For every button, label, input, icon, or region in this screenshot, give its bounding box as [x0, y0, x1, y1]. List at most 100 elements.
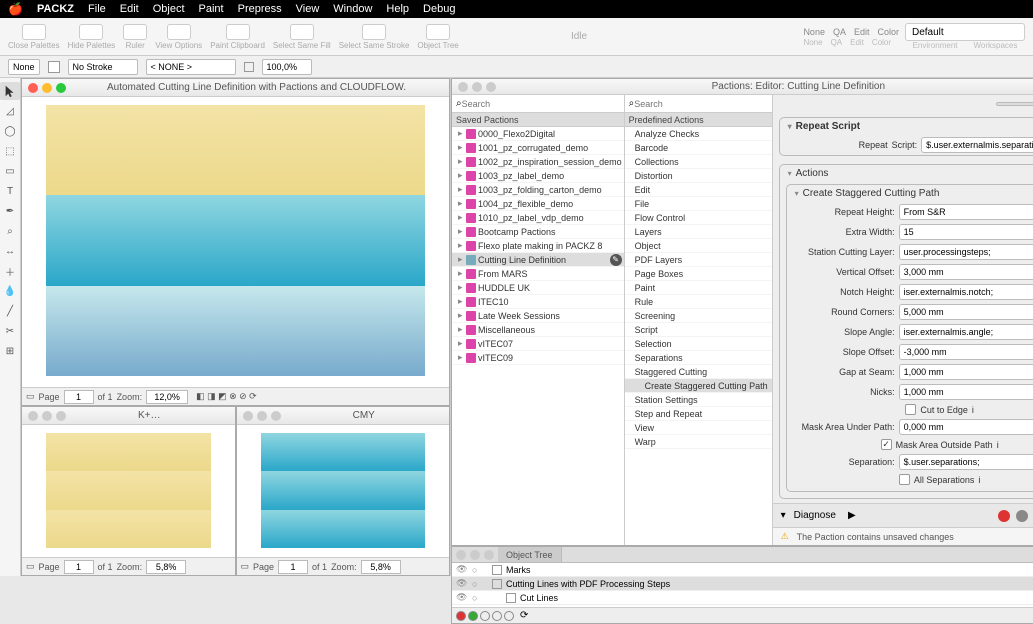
visibility-icon[interactable]: 👁 — [456, 564, 468, 575]
predef-action-item[interactable]: Flow Control — [625, 211, 772, 225]
brush-icon[interactable]: ╱ — [0, 302, 20, 320]
r-qa[interactable]: QA — [833, 27, 846, 37]
canvas-cmy[interactable] — [237, 425, 450, 557]
ot-btn-5[interactable] — [504, 611, 514, 621]
predef-search-input[interactable] — [634, 99, 767, 109]
predef-action-item[interactable]: Layers — [625, 225, 772, 239]
tb-select-same-stroke[interactable]: Select Same Stroke — [339, 24, 410, 50]
object-tree-row[interactable]: 👁○Marks⬤ — [452, 563, 1033, 577]
sep-swatch-icon[interactable] — [244, 62, 254, 72]
predef-action-item[interactable]: Distortion — [625, 169, 772, 183]
saved-paction-item[interactable]: ▸1004_pz_flexible_demo — [452, 197, 624, 211]
saved-paction-item[interactable]: ▸Flexo plate making in PACKZ 8 — [452, 239, 624, 253]
prop-field[interactable]: 15▾ — [899, 224, 1033, 240]
add-icon[interactable]: ＋ — [0, 262, 20, 280]
menu-edit[interactable]: Edit — [120, 3, 139, 15]
predef-action-item[interactable]: Script — [625, 323, 772, 337]
saved-paction-item[interactable]: ▸vITEC07 — [452, 337, 624, 351]
predef-action-item[interactable]: Object — [625, 239, 772, 253]
select-tool-icon[interactable] — [0, 82, 20, 100]
canvas-k[interactable] — [22, 425, 235, 557]
none-select[interactable]: < NONE > — [146, 59, 236, 75]
separation-field[interactable]: $.user.separations; — [899, 454, 1033, 470]
play-button[interactable]: ▶ — [844, 508, 860, 524]
predef-action-item[interactable]: Station Settings — [625, 393, 772, 407]
menu-view[interactable]: View — [296, 3, 320, 15]
zoom-input[interactable] — [146, 390, 188, 404]
ot-btn-3[interactable] — [480, 611, 490, 621]
tb-hide-palettes[interactable]: Hide Palettes — [68, 24, 116, 50]
menu-paint[interactable]: Paint — [199, 3, 224, 15]
saved-paction-item[interactable]: ▸Miscellaneous — [452, 323, 624, 337]
ot-btn-4[interactable] — [492, 611, 502, 621]
prop-field[interactable]: 1,000 mm — [899, 364, 1033, 380]
tb-ruler[interactable]: Ruler — [123, 24, 147, 50]
predef-action-item[interactable]: Paint — [625, 281, 772, 295]
predef-action-item[interactable]: View — [625, 421, 772, 435]
stroke-select[interactable]: No Stroke — [68, 59, 138, 75]
ot-btn-1[interactable] — [456, 611, 466, 621]
swap-icon[interactable]: ⊞ — [0, 342, 20, 360]
r-color[interactable]: Color — [877, 27, 899, 37]
tb-select-same-fill[interactable]: Select Same Fill — [273, 24, 331, 50]
measure-icon[interactable]: ↔ — [0, 242, 20, 260]
predef-action-item[interactable]: Screening — [625, 309, 772, 323]
zoom-window-icon[interactable] — [56, 83, 66, 93]
saved-paction-item[interactable]: ▸1003_pz_folding_carton_demo — [452, 183, 624, 197]
saved-paction-item[interactable]: ▸ITEC10 — [452, 295, 624, 309]
menu-prepress[interactable]: Prepress — [238, 3, 282, 15]
predef-action-item[interactable]: Edit — [625, 183, 772, 197]
predef-action-item[interactable]: Step and Repeat — [625, 407, 772, 421]
repeat-script-head[interactable]: Repeat Script — [780, 118, 1033, 135]
script-field[interactable]: $.user.externalmis.separations; — [921, 137, 1033, 153]
pct-input[interactable]: 100,0% — [262, 59, 312, 75]
saved-paction-item[interactable]: ▸Bootcamp Pactions — [452, 225, 624, 239]
menu-debug[interactable]: Debug — [423, 3, 455, 15]
saved-paction-item[interactable]: ▸1003_pz_label_demo — [452, 169, 624, 183]
predef-action-item[interactable]: Analyze Checks — [625, 127, 772, 141]
canvas[interactable] — [22, 97, 449, 387]
mask-under-field[interactable]: 0,000 mm — [899, 419, 1033, 435]
menu-object[interactable]: Object — [153, 3, 185, 15]
saved-paction-item[interactable]: ▸Late Week Sessions — [452, 309, 624, 323]
object-tree-tab[interactable]: Object Tree — [498, 547, 562, 562]
predef-action-item[interactable]: Staggered Cutting — [625, 365, 772, 379]
page-input-k[interactable] — [64, 560, 94, 574]
fill-select[interactable]: None — [8, 59, 40, 75]
prop-field[interactable]: 1,000 mm — [899, 384, 1033, 400]
prop-field[interactable]: From S&R▾ — [899, 204, 1033, 220]
prop-field[interactable]: iser.externalmis.angle; — [899, 324, 1033, 340]
all-seps-check[interactable] — [899, 474, 910, 485]
predef-action-item[interactable]: Page Boxes — [625, 267, 772, 281]
saved-paction-item[interactable]: ▸1002_pz_inspiration_session_demo — [452, 155, 624, 169]
zoom-input-k[interactable] — [146, 560, 186, 574]
saved-paction-item[interactable]: ▸Cutting Line Definition✎ — [452, 253, 624, 267]
predef-action-item[interactable]: Selection — [625, 337, 772, 351]
predef-action-item[interactable]: PDF Layers — [625, 253, 772, 267]
lasso-icon[interactable]: ◯ — [0, 122, 20, 140]
prop-field[interactable]: iser.externalmis.notch; — [899, 284, 1033, 300]
type-icon[interactable]: T — [0, 182, 20, 200]
swatch-icon[interactable] — [48, 61, 60, 73]
saved-paction-item[interactable]: ▸From MARS — [452, 267, 624, 281]
r-edit[interactable]: Edit — [854, 27, 870, 37]
tb-view-options[interactable]: View Options — [155, 24, 202, 50]
min-window-icon[interactable] — [42, 83, 52, 93]
cut-icon[interactable]: ✂ — [0, 322, 20, 340]
apple-icon[interactable]: 🍎 — [8, 2, 23, 16]
direct-select-icon[interactable]: ◿ — [0, 102, 20, 120]
trap-icon[interactable]: ⬚ — [0, 142, 20, 160]
predef-action-item[interactable]: Separations — [625, 351, 772, 365]
r-none[interactable]: None — [803, 27, 825, 37]
saved-paction-item[interactable]: ▸vITEC09 — [452, 351, 624, 365]
prop-field[interactable]: user.processingsteps; — [899, 244, 1033, 260]
saved-paction-item[interactable]: ▸1001_pz_corrugated_demo — [452, 141, 624, 155]
menu-app[interactable]: PACKZ — [37, 3, 74, 15]
visibility-icon[interactable]: 👁 — [456, 592, 468, 603]
close-window-icon[interactable] — [28, 83, 38, 93]
action-title[interactable]: Create Staggered Cutting Path — [787, 185, 1033, 202]
info-icon[interactable]: i — [972, 405, 974, 415]
record-button-2[interactable] — [1016, 510, 1028, 522]
menu-window[interactable]: Window — [333, 3, 372, 15]
menu-help[interactable]: Help — [386, 3, 409, 15]
